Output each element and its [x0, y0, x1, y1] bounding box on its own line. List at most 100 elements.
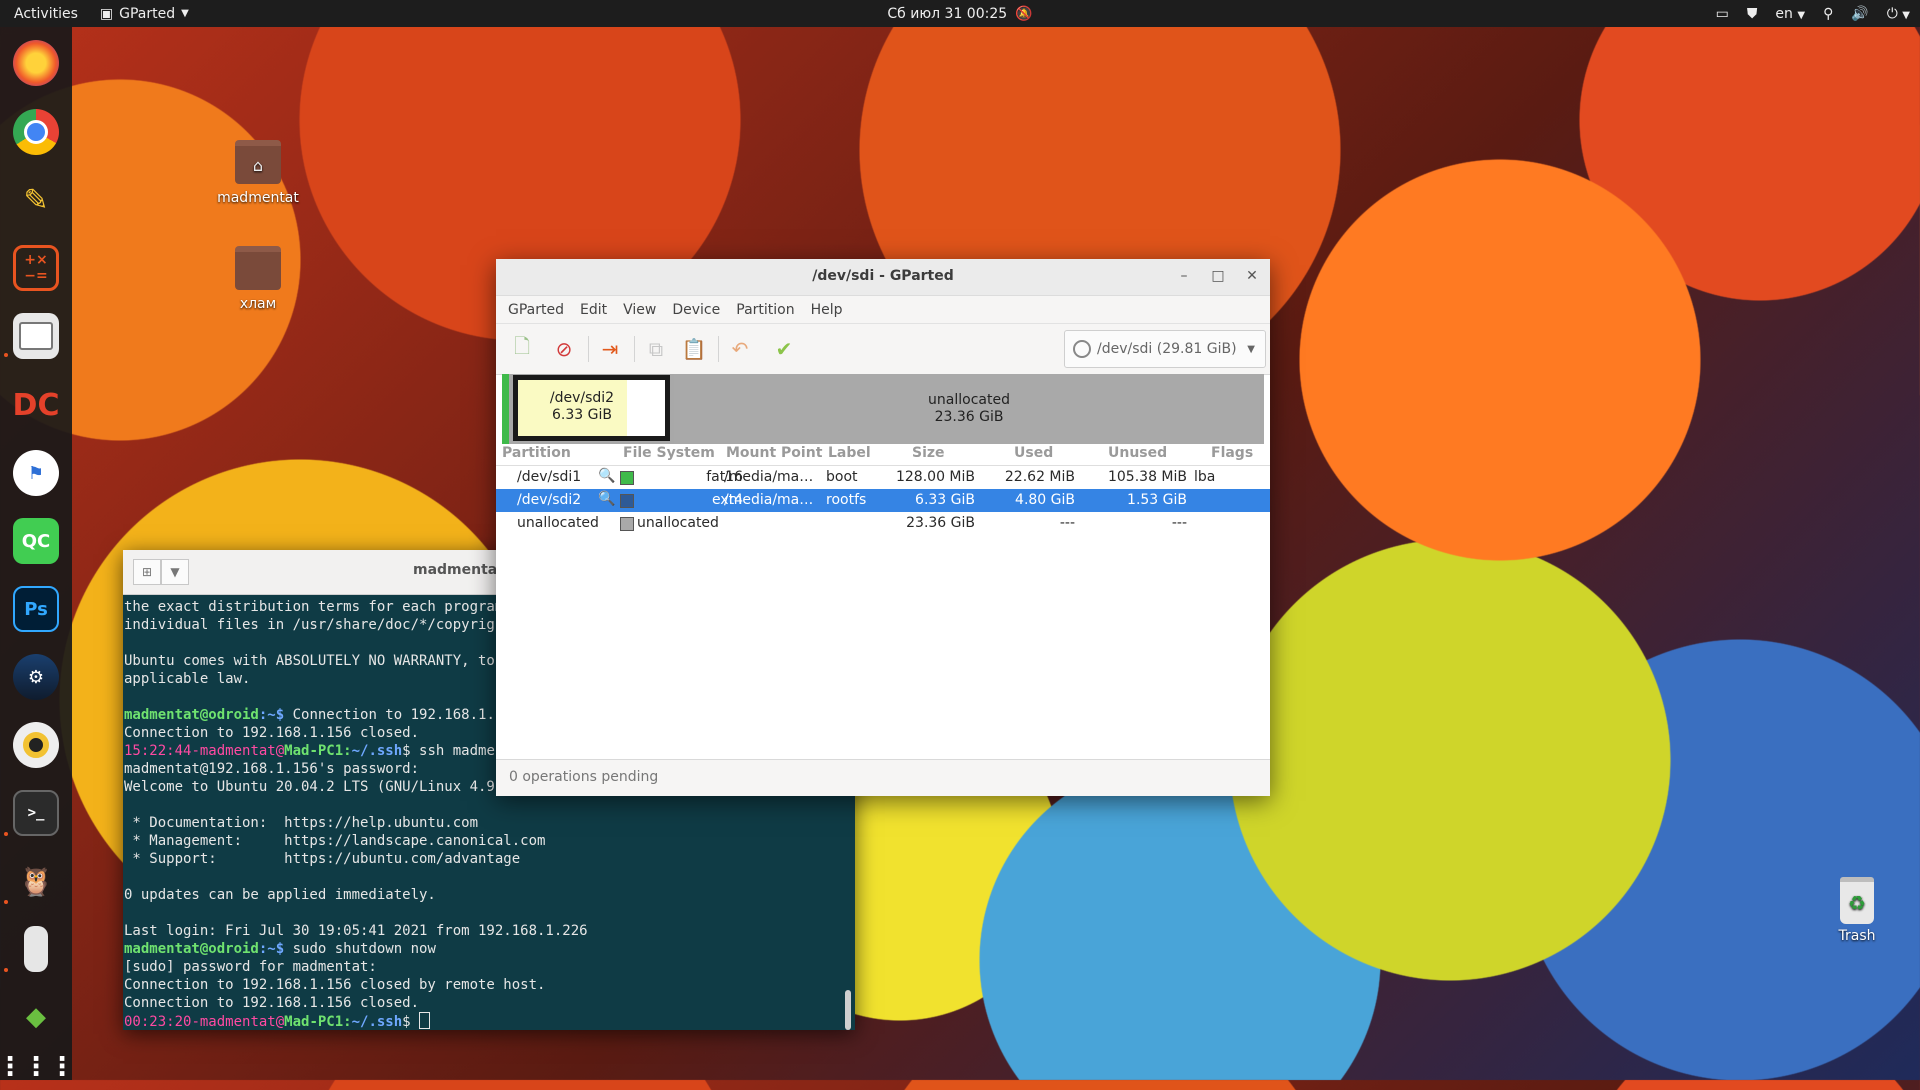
resize-move-button[interactable]: ⇥	[596, 335, 624, 363]
device-selector-label: /dev/sdi (29.81 GiB)	[1097, 341, 1237, 357]
show-apps-icon[interactable]: ⋮⋮⋮	[0, 1044, 75, 1090]
column-file-system[interactable]: File System	[623, 445, 715, 461]
prompt-user: -madmentat@	[191, 1014, 285, 1030]
column-unused[interactable]: Unused	[1108, 445, 1167, 461]
copy-button[interactable]: ⧉	[642, 335, 670, 363]
table-row[interactable]: /dev/sdi1 🔍 fat16 /media/ma… boot 128.00…	[496, 466, 1270, 489]
cell-unused: 1.53 GiB	[1127, 492, 1187, 508]
partition-map-sdi1[interactable]	[502, 374, 509, 444]
chrome-center	[24, 120, 48, 144]
undo-icon: ↶	[731, 337, 749, 361]
status-bar: 0 operations pending	[496, 759, 1270, 796]
files-icon[interactable]	[13, 313, 59, 359]
terminal-scrollbar[interactable]	[845, 990, 851, 1030]
new-tab-icon: ⊞	[141, 565, 153, 579]
fs-color-swatch	[620, 471, 634, 485]
new-partition-button[interactable]: 🗋	[508, 334, 536, 363]
running-indicator	[4, 900, 8, 904]
cell-size: 23.36 GiB	[906, 515, 975, 531]
rhythmbox-icon[interactable]	[13, 722, 59, 768]
prompt-dir: ~/.ssh	[351, 743, 403, 759]
network-icon[interactable]: ⚲	[1823, 6, 1833, 22]
cyberfox-icon[interactable]: 🦉	[13, 858, 59, 904]
tab-menu-button[interactable]: ▼	[161, 559, 189, 585]
apply-button[interactable]: ✔	[770, 335, 798, 363]
terminal-line: * Management: https://landscape.canonica…	[124, 832, 855, 850]
partition-map-sdi2[interactable]: /dev/sdi2 6.33 GiB	[513, 375, 670, 441]
cell-used: 22.62 MiB	[1004, 469, 1075, 485]
key-icon: 🔍	[598, 491, 616, 507]
doublecmd-icon[interactable]: DC	[13, 382, 60, 428]
activities-button[interactable]: Activities	[0, 6, 92, 22]
menu-help[interactable]: Help	[803, 302, 851, 318]
paste-button[interactable]: 📋	[680, 335, 708, 363]
desktop-icon-trash[interactable]: ♻ Trash	[1807, 877, 1907, 944]
desktop-icon-home[interactable]: ⌂ madmentat	[208, 140, 308, 206]
terminal-text: [sudo] password for madmentat:	[124, 959, 377, 975]
new-partition-icon: 🗋	[513, 334, 531, 358]
gparted-titlebar[interactable]: /dev/sdi - GParted – □ ✕	[496, 259, 1270, 296]
calculator-icon[interactable]: +× −=	[13, 245, 59, 291]
photoshop-icon[interactable]: Ps	[13, 586, 59, 632]
clock-label: Сб июл 31 00:25	[887, 5, 1008, 22]
menu-view[interactable]: View	[615, 302, 664, 318]
partition-map: /dev/sdi2 6.33 GiB unallocated 23.36 GiB	[502, 374, 1264, 444]
clock[interactable]: Сб июл 31 00:25 🔕	[887, 6, 1032, 22]
terminal-text: 0 updates can be applied immediately.	[124, 887, 436, 903]
terminal-text: * Management: https://landscape.canonica…	[124, 833, 546, 849]
app-menu[interactable]: ▣ GParted ▼	[92, 6, 197, 22]
partition-map-unallocated[interactable]: unallocated 23.36 GiB	[674, 374, 1264, 444]
cell-partition: unallocated	[517, 515, 599, 531]
text-editor-icon[interactable]: ✎	[13, 177, 59, 223]
running-indicator	[4, 353, 8, 357]
minimize-button[interactable]: –	[1174, 266, 1194, 286]
terminal-line: [sudo] password for madmentat:	[124, 958, 855, 976]
terminal-text: $	[402, 1014, 420, 1030]
menu-device[interactable]: Device	[664, 302, 728, 318]
maximize-icon: □	[1211, 268, 1225, 284]
table-header: Partition File System Mount Point Label …	[496, 442, 1270, 466]
maximize-button[interactable]: □	[1208, 266, 1228, 286]
device-selector[interactable]: /dev/sdi (29.81 GiB) ▼	[1064, 330, 1266, 368]
layers-icon[interactable]: ◆	[13, 994, 59, 1040]
usb-drive-icon[interactable]	[24, 926, 48, 972]
shield-icon[interactable]: ⛊	[1747, 6, 1758, 22]
qtcreator-icon[interactable]: QC	[13, 518, 59, 564]
terminal-title: madmentat	[413, 562, 504, 578]
chrome-icon[interactable]	[13, 109, 59, 155]
undo-button[interactable]: ↶	[726, 335, 754, 363]
terminal-text: Connection to 192.168.1.156 closed.	[124, 725, 420, 741]
column-size[interactable]: Size	[912, 445, 945, 461]
desktop-icon-folder[interactable]: хлам	[208, 246, 308, 312]
chevron-down-icon: ▼	[1902, 9, 1910, 21]
terminal-icon[interactable]: >_	[13, 790, 59, 836]
firefox-icon[interactable]	[13, 40, 59, 86]
column-label[interactable]: Label	[828, 445, 871, 461]
notifications-off-icon: 🔕	[1015, 5, 1033, 22]
column-flags[interactable]: Flags	[1211, 445, 1253, 461]
terminal-line: * Support: https://ubuntu.com/advantage	[124, 850, 855, 868]
partition-map-unallocated-text: unallocated 23.36 GiB	[674, 392, 1264, 426]
terminal-line: madmentat@odroid:~$ sudo shutdown now	[124, 940, 855, 958]
column-partition[interactable]: Partition	[502, 445, 571, 461]
menu-edit[interactable]: Edit	[572, 302, 615, 318]
desktop-icon-label: хлам	[239, 296, 277, 312]
power-icon[interactable]: ⏻ ▼	[1887, 6, 1910, 22]
steam-icon[interactable]: ⚙	[13, 654, 59, 700]
column-mount-point[interactable]: Mount Point	[726, 445, 822, 461]
language-label: en	[1775, 5, 1793, 22]
menu-partition[interactable]: Partition	[728, 302, 802, 318]
rescue-icon[interactable]: ⚑	[13, 450, 59, 496]
cell-mount-point: /media/ma…	[724, 492, 814, 508]
column-used[interactable]: Used	[1014, 445, 1053, 461]
volume-icon[interactable]: 🔊	[1851, 6, 1868, 22]
new-tab-button[interactable]: ⊞	[133, 559, 161, 585]
fs-color-swatch	[620, 517, 634, 531]
delete-partition-button[interactable]: ⊘	[550, 335, 578, 363]
language-indicator[interactable]: en ▼	[1775, 6, 1805, 22]
table-row[interactable]: unallocated unallocated 23.36 GiB --- --…	[496, 512, 1270, 535]
menu-gparted[interactable]: GParted	[500, 302, 572, 318]
screen-icon[interactable]: ▭	[1716, 6, 1729, 22]
close-button[interactable]: ✕	[1242, 266, 1262, 286]
table-row[interactable]: /dev/sdi2 🔍 ext4 /media/ma… rootfs 6.33 …	[496, 489, 1270, 512]
